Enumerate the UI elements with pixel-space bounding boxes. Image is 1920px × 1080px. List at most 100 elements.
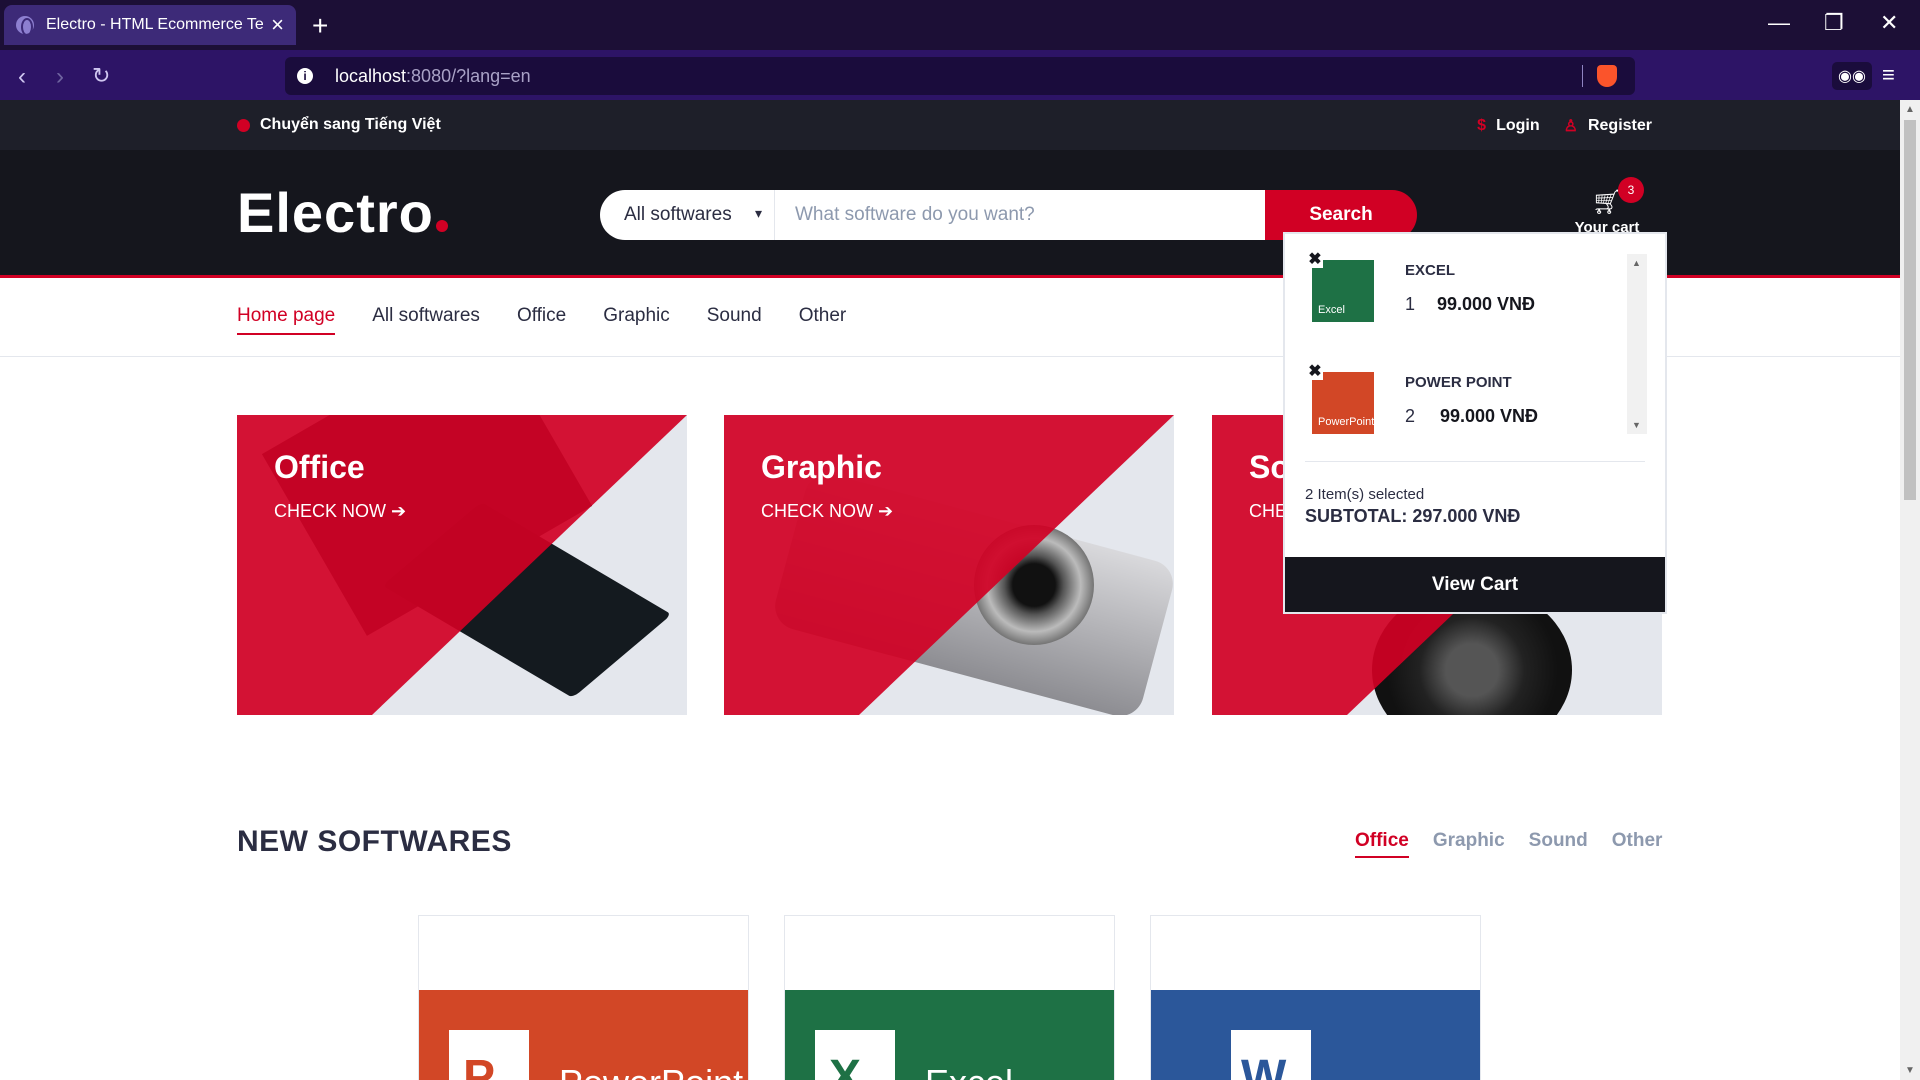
page-viewport: Chuyển sang Tiếng Việt $ Login ♙ Registe… [0, 100, 1900, 1080]
map-marker-icon [237, 118, 250, 132]
login-link[interactable]: $ Login [1477, 116, 1539, 136]
dollar-icon: $ [1477, 117, 1487, 134]
scrollbar-thumb[interactable] [1904, 120, 1916, 500]
powerpoint-product-image: P PowerPoint [419, 990, 748, 1080]
shop-title: Graphic [761, 449, 882, 485]
logo-dot [435, 220, 448, 232]
minimize-icon[interactable]: — [1768, 10, 1790, 36]
product-image-name: Excel [925, 1062, 1013, 1080]
cart-item: PowerPoint ✖ POWER POINT 2 99.000 VNĐ [1307, 364, 1612, 446]
remove-item-icon[interactable]: ✖ [1307, 364, 1323, 380]
cart-subtotal: SUBTOTAL: 297.000 VNĐ [1305, 506, 1521, 526]
product-card[interactable]: W [1150, 915, 1481, 1080]
shop-banner-graphic[interactable]: Graphic CHECK NOW ➔ [724, 415, 1174, 715]
browser-menu-icon[interactable]: ≡ [1882, 62, 1895, 88]
scroll-down-icon[interactable]: ▼ [1632, 420, 1641, 430]
powerpoint-thumbnail: PowerPoint [1312, 372, 1374, 434]
back-icon[interactable]: ‹ [18, 63, 26, 91]
nav-item-home[interactable]: Home page [237, 305, 336, 335]
tab-sound[interactable]: Sound [1529, 830, 1588, 852]
url-text: localhost:8080/?lang=en [335, 65, 531, 86]
category-select-value: All softwares [624, 204, 732, 225]
product-logo-letter: W [1241, 1051, 1287, 1080]
excel-thumbnail: Excel [1312, 260, 1374, 322]
shop-banner-office[interactable]: Office CHECK NOW ➔ [237, 415, 687, 715]
language-switch-link[interactable]: Chuyển sang Tiếng Việt [237, 116, 441, 134]
excel-product-image: X Excel [785, 990, 1114, 1080]
tab-graphic[interactable]: Graphic [1433, 830, 1505, 852]
globe-icon [16, 16, 34, 36]
product-logo-letter: X [829, 1051, 862, 1080]
login-label: Login [1496, 117, 1540, 134]
shop-title: Office [274, 449, 365, 485]
nav-item-other[interactable]: Other [799, 305, 847, 327]
close-window-icon[interactable]: ✕ [1880, 10, 1898, 36]
url-field[interactable]: i localhost:8080/?lang=en [285, 57, 1635, 95]
register-label: Register [1587, 117, 1652, 134]
reload-icon[interactable]: ↻ [92, 63, 110, 89]
cart-item-name[interactable]: POWER POINT [1405, 374, 1512, 391]
new-tab-button[interactable]: + [312, 10, 328, 42]
product-card[interactable]: X Excel [784, 915, 1115, 1080]
nav-item-office[interactable]: Office [517, 305, 566, 327]
brave-shield-icon[interactable] [1597, 65, 1617, 87]
page-scrollbar[interactable]: ▲ ▼ [1900, 100, 1920, 1080]
info-icon[interactable]: i [297, 68, 313, 84]
cart-item: Excel ✖ EXCEL 1 99.000 VNĐ [1307, 252, 1612, 334]
top-header: Chuyển sang Tiếng Việt $ Login ♙ Registe… [0, 100, 1900, 150]
cart-item-price: 99.000 VNĐ [1440, 406, 1539, 426]
browser-tab[interactable]: Electro - HTML Ecommerce Ten × [4, 5, 296, 45]
word-product-image: W [1151, 990, 1480, 1080]
nav-item-all-softwares[interactable]: All softwares [372, 305, 480, 327]
cart-item-qty: 1 [1405, 294, 1416, 314]
register-link[interactable]: ♙ Register [1564, 116, 1652, 136]
cart-item-name[interactable]: EXCEL [1405, 262, 1455, 279]
scroll-down-icon[interactable]: ▼ [1905, 1065, 1915, 1076]
shop-title: So [1249, 449, 1290, 485]
thumbnail-label: Excel [1318, 304, 1345, 316]
remove-item-icon[interactable]: ✖ [1307, 252, 1323, 268]
category-select[interactable]: All softwares ▾ [600, 190, 775, 240]
check-now-link[interactable]: CHECK NOW ➔ [761, 501, 893, 522]
browser-tab-bar: Electro - HTML Ecommerce Ten × + — ❐ ✕ [0, 0, 1920, 50]
nav-item-sound[interactable]: Sound [707, 305, 762, 327]
chevron-down-icon: ▾ [754, 205, 762, 221]
cart-dropdown: Excel ✖ EXCEL 1 99.000 VNĐ PowerPoint ✖ … [1285, 234, 1665, 612]
section-tabs: Office Graphic Sound Other [1355, 830, 1663, 858]
restore-icon[interactable]: ❐ [1824, 10, 1844, 36]
search-input[interactable] [775, 190, 1265, 240]
view-cart-button[interactable]: View Cart [1285, 557, 1665, 612]
product-logo-letter: P [463, 1051, 496, 1080]
search-button[interactable]: Search [1265, 190, 1417, 240]
cart-scrollbar[interactable]: ▲ ▼ [1627, 254, 1647, 434]
product-image-name: PowerPoint [559, 1062, 743, 1080]
nav-item-graphic[interactable]: Graphic [603, 305, 670, 327]
scroll-up-icon[interactable]: ▲ [1905, 104, 1915, 115]
items-selected-count: 2 Item(s) selected [1305, 486, 1425, 503]
tab-office[interactable]: Office [1355, 830, 1409, 858]
language-switch-label: Chuyển sang Tiếng Việt [260, 116, 441, 133]
logo[interactable]: Electro [237, 180, 448, 245]
logo-text: Electro [237, 181, 434, 244]
divider [1305, 461, 1645, 462]
close-tab-icon[interactable]: × [271, 12, 284, 38]
url-separator [1582, 65, 1583, 87]
check-now-link[interactable]: CHECK NOW ➔ [274, 501, 406, 522]
forward-icon[interactable]: › [56, 63, 64, 91]
scroll-up-icon[interactable]: ▲ [1632, 258, 1641, 268]
cart-item-price: 99.000 VNĐ [1437, 294, 1536, 314]
tab-other[interactable]: Other [1612, 830, 1663, 852]
tab-title: Electro - HTML Ecommerce Ten [46, 16, 264, 33]
search-form: All softwares ▾ Search [600, 190, 1417, 240]
cart-summary: 2 Item(s) selected SUBTOTAL: 297.000 VNĐ [1305, 486, 1520, 527]
cart-item-list: Excel ✖ EXCEL 1 99.000 VNĐ PowerPoint ✖ … [1285, 234, 1665, 434]
cart-count-badge: 3 [1618, 177, 1644, 203]
cart-item-qty: 2 [1405, 406, 1416, 426]
thumbnail-label: PowerPoint [1318, 416, 1375, 428]
user-icon: ♙ [1563, 118, 1578, 135]
section-title: NEW SOFTWARES [237, 825, 512, 858]
check-now-link[interactable]: CHE [1249, 501, 1287, 522]
cart-toggle[interactable]: 🛒︎ Your cart 3 [1566, 177, 1648, 236]
extension-icon[interactable]: ◉◉ [1832, 62, 1872, 90]
product-card[interactable]: P PowerPoint [418, 915, 749, 1080]
